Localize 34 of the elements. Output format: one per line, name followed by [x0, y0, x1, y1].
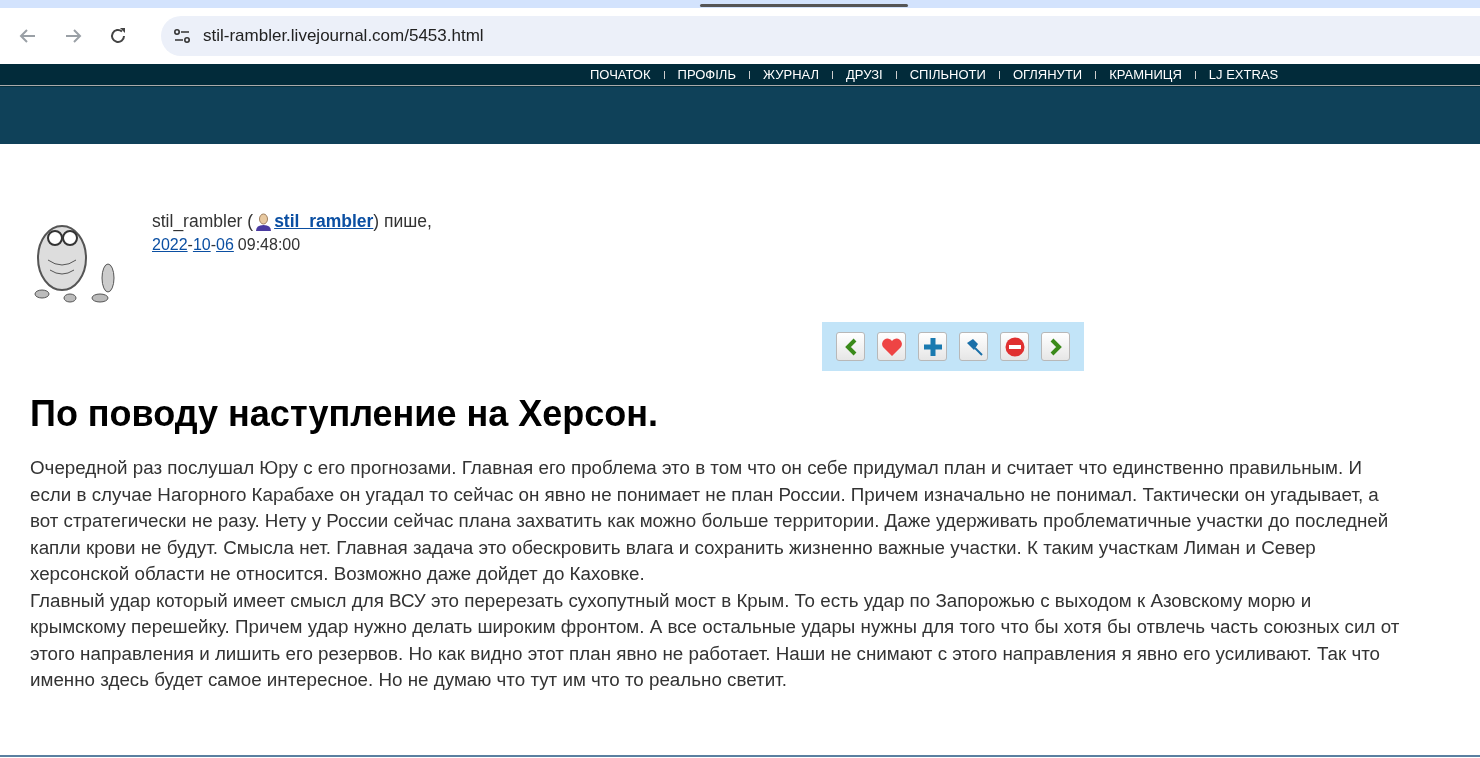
block-button[interactable] — [1000, 332, 1029, 361]
nav-link[interactable]: ОГЛЯНУТИ — [1012, 67, 1083, 82]
author-name: stil_rambler ( — [152, 211, 254, 232]
nav-link[interactable]: КРАМНИЦЯ — [1109, 67, 1182, 82]
plus-icon — [922, 336, 943, 357]
post-paragraph: Главный удар который имеет смысл для ВСУ это перерезать сухопутный мост в Крым. То есть удар по Запорожью с выходом к Азовскому морю и крымскому перешейку. Причем удар нужно делать широким фронтом. А все остальные удары нужны для того что бы хотя бы отвлечь часть союзных сил от этого направления и лишить его резервов. Но как видно этот план явно не работает. Наши не снимают с этого направления я явно его усиливают. Так что именно здесь будет самое интересное. Но не думаю что тут им что то реально светит. — [30, 588, 1401, 692]
user-icon — [255, 212, 273, 231]
heart-icon — [880, 337, 903, 356]
nav-link[interactable]: ЖУРНАЛ — [762, 67, 820, 82]
date-link[interactable]: 10 — [192, 236, 211, 253]
date-separator: - — [187, 236, 193, 253]
date-link[interactable]: 2022 — [152, 236, 188, 253]
url-text: stil-rambler.livejournal.com/5453.html — [203, 26, 484, 46]
reload-icon[interactable] — [108, 26, 128, 46]
date-separator: - — [210, 236, 217, 253]
pin-button[interactable] — [959, 332, 988, 361]
post-paragraph: Очередной раз послушал Юру с его прогнозами. Главная его проблема это в том что он себе придумал план и считает что единственно правильным. И если в случае Нагорного Карабахе он угадал то сейчас он явно не понимает не план России. Причем изначально не понимал. Тактически он угадывает, а вот стратегически не разу. Нету у России сейчас плана захватить как можно больше территории. Даже удерживать проблематичные участки до последней капли крови не будут. Смысла нет. Главная задача это обескровить влага и сохранить жизненно важные участки. К таким участкам Лиман и Север херсонской области не относится. Возможно даже дойдет до Каховке. — [30, 456, 1390, 586]
date-link[interactable]: 06 — [216, 236, 234, 253]
post-time: 09:48:00 — [237, 236, 301, 253]
post-title: По поводу наступление на Херсон. — [30, 393, 660, 435]
nav-link[interactable]: LJ EXTRAS — [1208, 67, 1279, 82]
no-entry-icon — [1004, 336, 1025, 357]
nav-link[interactable]: ПРОФІЛЬ — [677, 67, 736, 82]
add-button[interactable] — [918, 332, 947, 361]
user-link[interactable]: stil_rambler — [274, 211, 374, 232]
next-button[interactable] — [1041, 332, 1070, 361]
writes-text: ) пише, — [373, 211, 432, 232]
previous-button[interactable] — [836, 332, 865, 361]
nav-link[interactable]: СПІЛЬНОТИ — [909, 67, 986, 82]
nav-link[interactable]: ДРУЗІ — [846, 67, 883, 82]
favorite-button[interactable] — [877, 332, 906, 361]
address-bar[interactable]: stil-rambler.livejournal.com/5453.html — [161, 16, 1480, 56]
site-settings-icon[interactable] — [173, 27, 191, 45]
nav-link[interactable]: ПОЧАТОК — [590, 67, 651, 82]
